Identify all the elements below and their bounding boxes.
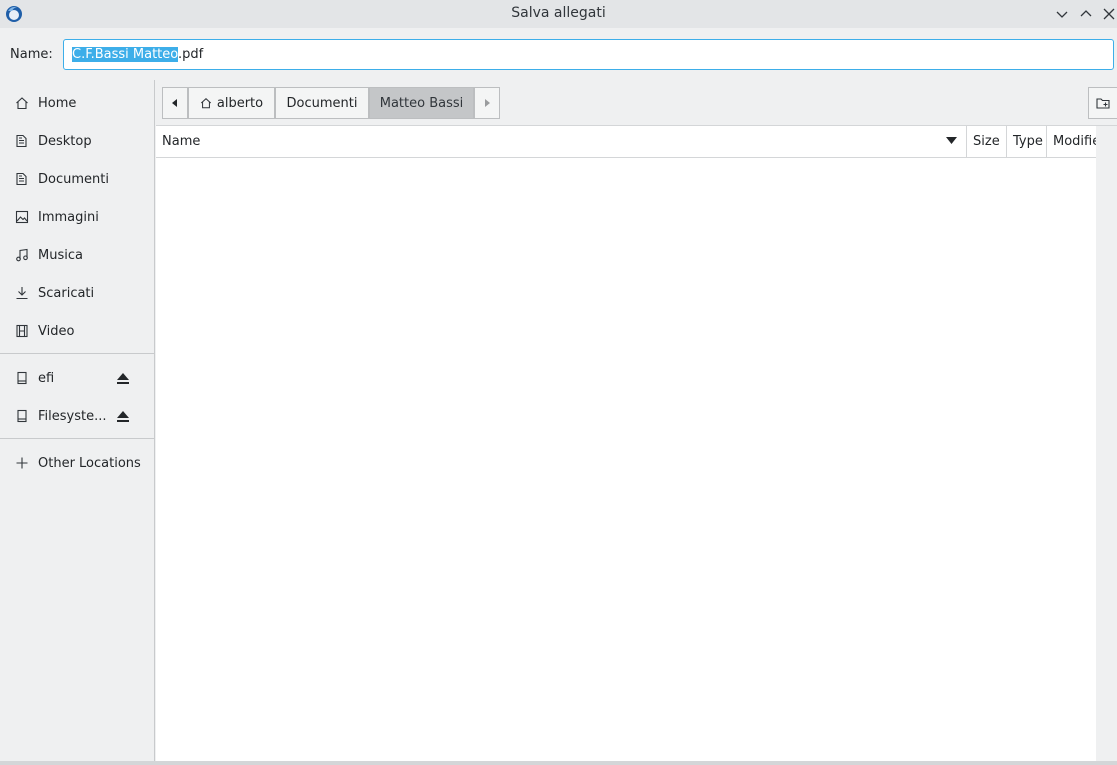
sidebar-item-documenti[interactable]: Documenti bbox=[0, 160, 154, 198]
name-label: Name: bbox=[10, 47, 53, 62]
download-icon bbox=[16, 287, 28, 300]
sidebar-item-video[interactable]: Video bbox=[0, 312, 154, 350]
sidebar-item-label: Desktop bbox=[38, 134, 92, 149]
music-note-icon bbox=[16, 248, 28, 262]
caret-left-icon bbox=[172, 99, 177, 107]
maximize-button[interactable] bbox=[1076, 4, 1096, 24]
new-folder-button[interactable] bbox=[1088, 87, 1117, 119]
path-crumb-alberto[interactable]: alberto bbox=[188, 87, 275, 119]
drive-icon bbox=[17, 371, 27, 385]
sidebar-item-musica[interactable]: Musica bbox=[0, 236, 154, 274]
sidebar-item-label: Musica bbox=[38, 248, 83, 263]
column-header-name[interactable]: Name bbox=[156, 126, 966, 157]
sidebar-item-label: Filesyste... bbox=[38, 409, 107, 424]
path-crumb-label: Documenti bbox=[286, 95, 358, 111]
path-back-button[interactable] bbox=[162, 87, 188, 119]
path-crumb-label: Matteo Bassi bbox=[379, 95, 464, 111]
sidebar-item-other-locations[interactable]: Other Locations bbox=[0, 444, 154, 482]
column-header-type[interactable]: Type bbox=[1007, 126, 1047, 157]
sidebar-item-filesystem[interactable]: Filesyste... bbox=[0, 397, 154, 435]
sidebar-item-label: Video bbox=[38, 324, 75, 339]
window-title: Salva allegati bbox=[511, 5, 606, 21]
image-icon bbox=[15, 210, 29, 224]
filename-selected-text: C.F.Bassi Matteo bbox=[72, 47, 179, 62]
sort-descending-icon bbox=[946, 137, 957, 144]
film-icon bbox=[16, 324, 28, 338]
sidebar-item-scaricati[interactable]: Scaricati bbox=[0, 274, 154, 312]
name-row: Name: C.F.Bassi Matteo.pdf bbox=[0, 28, 1117, 80]
column-header-size[interactable]: Size bbox=[967, 126, 1007, 157]
sidebar-item-desktop[interactable]: Desktop bbox=[0, 122, 154, 160]
column-header-modified[interactable]: Modifie bbox=[1047, 126, 1096, 157]
sidebar-item-label: Documenti bbox=[38, 172, 109, 187]
sidebar-item-label: Immagini bbox=[38, 210, 99, 225]
eject-icon[interactable] bbox=[116, 410, 130, 423]
title-bar: Salva allegati bbox=[0, 0, 1117, 28]
sidebar-item-immagini[interactable]: Immagini bbox=[0, 198, 154, 236]
sidebar-item-efi[interactable]: efi bbox=[0, 359, 154, 397]
caret-right-icon bbox=[485, 99, 490, 107]
drive-icon bbox=[17, 409, 27, 423]
sidebar-separator bbox=[0, 353, 155, 354]
path-crumb-label: alberto bbox=[216, 95, 264, 111]
column-headers: Name Size Type Modifie bbox=[156, 126, 1096, 158]
sidebar-item-label: Other Locations bbox=[38, 456, 141, 471]
chevron-up-icon bbox=[1080, 10, 1092, 17]
chevron-down-icon bbox=[1056, 11, 1068, 18]
file-list[interactable]: Name Size Type Modifie bbox=[156, 126, 1096, 761]
eject-icon[interactable] bbox=[116, 372, 130, 385]
bottom-border bbox=[0, 761, 1117, 765]
minimize-button[interactable] bbox=[1052, 4, 1072, 24]
documents-icon bbox=[16, 172, 27, 186]
close-icon bbox=[1103, 8, 1115, 20]
path-crumb-matteo-bassi[interactable]: Matteo Bassi bbox=[369, 87, 474, 119]
close-button[interactable] bbox=[1099, 4, 1117, 24]
sidebar-item-label: Home bbox=[38, 96, 77, 111]
plus-icon bbox=[16, 457, 28, 469]
filename-extension-text: .pdf bbox=[178, 47, 204, 62]
home-icon bbox=[16, 97, 28, 110]
path-crumb-documenti[interactable]: Documenti bbox=[275, 87, 369, 119]
filename-input[interactable]: C.F.Bassi Matteo.pdf bbox=[63, 39, 1114, 70]
sidebar-item-label: efi bbox=[38, 371, 55, 386]
sidebar-separator bbox=[0, 438, 155, 439]
sidebar-item-label: Scaricati bbox=[38, 286, 95, 301]
sidebar-item-home[interactable]: Home bbox=[0, 84, 154, 122]
new-folder-icon bbox=[1096, 98, 1110, 109]
home-icon bbox=[200, 98, 211, 109]
path-forward-button[interactable] bbox=[474, 87, 500, 119]
path-bar: alberto Documenti Matteo Bassi bbox=[156, 80, 1117, 126]
right-edge-strip bbox=[1096, 126, 1117, 761]
places-sidebar: Home Desktop Documenti Immagini Musica S… bbox=[0, 80, 155, 761]
folder-icon bbox=[16, 134, 27, 148]
